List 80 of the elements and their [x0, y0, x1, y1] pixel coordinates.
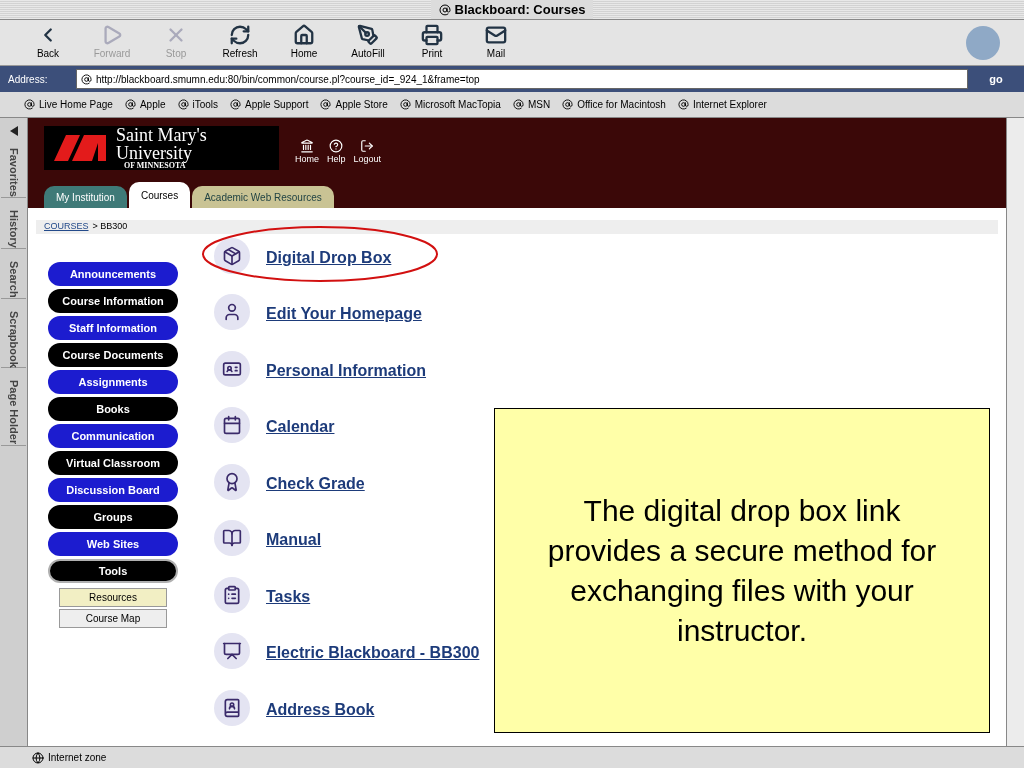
book-icon [214, 520, 250, 557]
favorite-link[interactable]: Live Home Page [24, 97, 113, 112]
favorite-link[interactable]: Internet Explorer [677, 97, 767, 112]
window-title: Blackboard: Courses [430, 0, 594, 20]
header-link[interactable]: Help [327, 138, 346, 166]
tool-link[interactable]: Check Grade [266, 471, 365, 496]
person-icon [214, 294, 250, 331]
course-menu-button[interactable]: Announcements [48, 262, 178, 286]
status-text: Internet zone [48, 751, 107, 765]
course-menu-button[interactable]: Virtual Classroom [48, 451, 178, 475]
refresh-icon [229, 24, 251, 46]
collapse-icon[interactable] [8, 126, 19, 136]
toolbar-button[interactable]: Mail [472, 24, 520, 61]
sub-menu-button[interactable]: Resources [59, 588, 167, 607]
toolbar-button[interactable]: Back [24, 24, 72, 61]
logo-text: OF MINNESOTA [124, 162, 186, 170]
favorite-link[interactable]: Apple Support [230, 97, 309, 112]
course-menu-button[interactable]: Assignments [48, 370, 178, 394]
favorite-link[interactable]: Apple Store [320, 97, 388, 112]
header-link[interactable]: Home [295, 138, 319, 166]
tool-link[interactable]: Tasks [266, 584, 311, 609]
side-tab[interactable]: History [1, 209, 26, 249]
building-icon [300, 138, 314, 153]
nav-tab[interactable]: My Institution [44, 186, 127, 208]
course-menu-button[interactable]: Groups [48, 505, 178, 529]
tool-link[interactable]: Calendar [266, 415, 335, 440]
toolbar-button[interactable]: AutoFill [344, 24, 392, 61]
logo-emblem-icon [52, 133, 108, 163]
address-field[interactable]: http://blackboard.smumn.edu:80/bin/common/course.pl?course_id=_924_1&frame=top [76, 69, 968, 89]
tool-link[interactable]: Manual [266, 528, 322, 553]
header-link[interactable]: Logout [353, 138, 382, 166]
go-button[interactable]: go [976, 70, 1016, 88]
package-icon [214, 238, 250, 274]
sub-menu-button[interactable]: Course Map [59, 609, 167, 628]
logo-text: Saint Mary's [116, 126, 207, 144]
course-menu-button[interactable]: Tools [48, 559, 178, 583]
course-menu-button[interactable]: Staff Information [48, 316, 178, 340]
address-book-icon [214, 689, 250, 726]
favorite-link[interactable]: iTools [177, 97, 219, 112]
blackboard-icon [214, 633, 250, 670]
clipboard-icon [214, 576, 250, 613]
play-arrow-icon [101, 24, 123, 46]
globe-icon [32, 751, 44, 764]
toolbar-button[interactable]: Home [280, 24, 328, 61]
side-tab[interactable]: Page Holder [1, 380, 26, 446]
course-menu-button[interactable]: Course Documents [48, 343, 178, 367]
favorite-link[interactable]: Apple [124, 97, 166, 112]
id-card-icon [214, 350, 250, 387]
favorite-link[interactable]: Office for Macintosh [562, 97, 666, 112]
toolbar-button[interactable]: Print [408, 24, 456, 61]
pen-icon [357, 24, 379, 46]
course-menu-button[interactable]: Web Sites [48, 532, 178, 556]
course-menu-button[interactable]: Communication [48, 424, 178, 448]
tool-link[interactable]: Personal Information [266, 358, 427, 383]
nav-tab[interactable]: Academic Web Resources [192, 186, 334, 208]
tool-link[interactable]: Address Book [266, 697, 375, 722]
side-tab[interactable]: Scrapbook [1, 310, 26, 369]
mail-icon [485, 24, 507, 46]
side-tab[interactable]: Search [1, 260, 26, 299]
course-menu-button[interactable]: Books [48, 397, 178, 421]
tool-link[interactable]: Electric Blackboard - BB300 [266, 641, 480, 666]
help-icon [329, 138, 344, 153]
favorite-link[interactable]: Microsoft MacTopia [399, 97, 501, 112]
breadcrumb-link[interactable]: COURSES [44, 220, 89, 234]
nav-tab[interactable]: Courses [128, 182, 191, 208]
logo-text: University [116, 144, 192, 162]
breadcrumb-text: > BB300 [92, 220, 128, 234]
tool-link[interactable]: Edit Your Homepage [266, 302, 422, 327]
favorite-link[interactable]: MSN [512, 97, 551, 112]
printer-icon [421, 24, 443, 46]
course-menu-button[interactable]: Discussion Board [48, 478, 178, 502]
side-tab[interactable]: Favorites [1, 148, 26, 198]
logout-icon [360, 138, 375, 153]
home-icon [293, 24, 315, 46]
toolbar-button[interactable]: Refresh [216, 24, 264, 61]
course-menu-button[interactable]: Course Information [48, 289, 178, 313]
award-icon [214, 463, 250, 500]
calendar-icon [214, 407, 250, 444]
note-text: The digital drop box link provides a secure method for exchanging files with your instructor. [546, 492, 938, 649]
address-label: Address: [8, 72, 49, 87]
